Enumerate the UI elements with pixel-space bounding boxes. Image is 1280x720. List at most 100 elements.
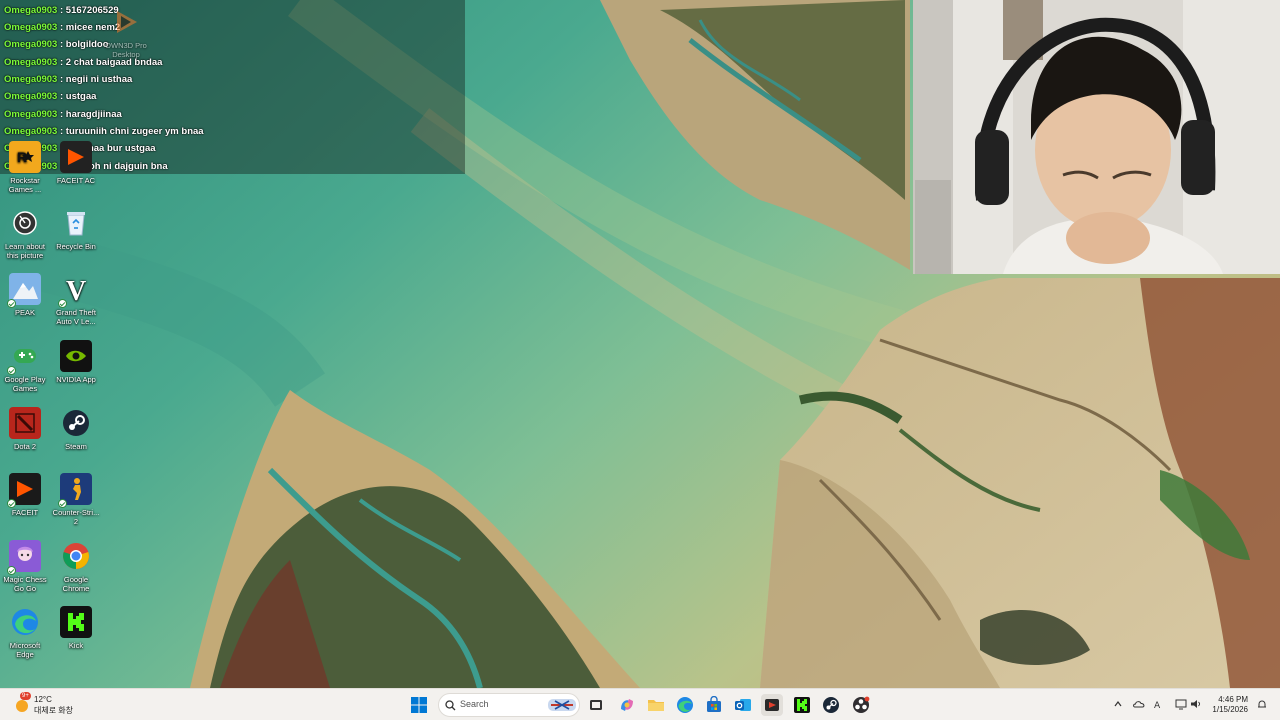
desktop-icon-label: FACEIT AC [56, 176, 96, 185]
desktop-icon-label: Learn about this picture [4, 242, 46, 260]
check-badge-icon [7, 499, 16, 508]
streaming-app-icon [765, 699, 779, 711]
desktop-icon-label: Kick [68, 641, 84, 650]
notification-bell-icon[interactable] [1256, 698, 1268, 710]
show-hidden-icons-chevron-icon[interactable] [1112, 698, 1124, 710]
desktop-icon-label: Magic Chess Go Go [3, 575, 47, 593]
check-badge-icon [7, 366, 16, 375]
desktop-icon-label: NVIDIA App [56, 375, 96, 384]
chat-username: Omega0903 [4, 22, 58, 33]
desktop-icon-google-play-games[interactable]: Google Play Games [0, 340, 50, 393]
start-button[interactable] [408, 694, 430, 716]
language-ime-icon[interactable]: A [1154, 698, 1166, 710]
chat-message: Omega0903 : ustgaa [4, 88, 96, 105]
chat-message: Omega0903 : negii ni usthaa [4, 71, 132, 88]
search-highlight-icon [548, 699, 576, 711]
faceit-ac-icon [60, 141, 92, 173]
file-explorer-button[interactable] [645, 694, 667, 716]
gta-icon: V [58, 273, 92, 308]
volume-icon[interactable] [1190, 698, 1202, 710]
chat-separator: : [59, 5, 64, 16]
streaming-app-button[interactable] [761, 694, 783, 716]
check-badge-icon [7, 299, 16, 308]
magic-chess-icon [7, 540, 41, 575]
onedrive-cloud-icon[interactable] [1133, 698, 1145, 710]
taskbar: 9+ 12°C 대체로 화창 Search A 4:46 PM 1/15/202… [0, 688, 1280, 720]
check-badge-icon [7, 566, 16, 575]
taskbar-steam-button[interactable] [820, 694, 842, 716]
chat-text: haragdjiinaa [65, 109, 122, 120]
desktop-icon-kick[interactable]: Kick [51, 606, 101, 650]
steam-icon [823, 697, 839, 713]
dota2-icon [9, 407, 41, 439]
outlook-icon [735, 699, 751, 711]
taskbar-kick-button[interactable] [791, 694, 813, 716]
microsoft-store-button[interactable] [703, 694, 725, 716]
microsoft-store-icon [707, 696, 721, 712]
copilot-button[interactable] [616, 694, 638, 716]
desktop-icon-label: FACEIT [11, 508, 39, 517]
taskbar-edge-button[interactable] [674, 694, 696, 716]
check-badge-icon [58, 499, 67, 508]
rockstar-icon: R [9, 141, 41, 173]
desktop-icon-own3d[interactable]: OWN3D Pro Desktop [101, 6, 151, 59]
edge-icon [9, 606, 41, 638]
svg-text:A: A [1154, 701, 1161, 710]
desktop-icon-counter-strike[interactable]: Counter-Stri... 2 [51, 473, 101, 526]
weather-desc: 대체로 화창 [34, 706, 74, 715]
desktop-icon-dota2[interactable]: Dota 2 [0, 407, 50, 451]
desktop-icon-label: PEAK [14, 308, 35, 317]
desktop-icon-faceit[interactable]: FACEIT [0, 473, 50, 517]
own3d-icon [110, 6, 142, 38]
nvidia-icon [60, 340, 92, 372]
kick-icon [794, 697, 810, 713]
obs-button[interactable] [850, 694, 872, 716]
desktop-icon-edge[interactable]: Microsoft Edge [0, 606, 50, 659]
windows-start-icon [411, 697, 427, 713]
desktop-icon-chrome[interactable]: Google Chrome [51, 540, 101, 593]
taskbar-search-box[interactable]: Search [438, 693, 580, 717]
desktop-icon-label: Google Play Games [4, 375, 46, 393]
desktop-icon-steam[interactable]: Steam [51, 407, 101, 451]
desktop-icon-nvidia[interactable]: NVIDIA App [51, 340, 101, 384]
chat-text: negii ni usthaa [65, 74, 133, 85]
webcam-feed [913, 0, 1280, 274]
chat-separator: : [59, 22, 64, 33]
weather-widget[interactable]: 9+ 12°C 대체로 화창 [14, 692, 84, 716]
obs-icon [853, 696, 870, 713]
desktop-icon-magic-chess[interactable]: Magic Chess Go Go [0, 540, 50, 593]
search-icon [445, 700, 456, 711]
task-view-button[interactable] [585, 694, 607, 716]
outlook-button[interactable] [732, 694, 754, 716]
chat-message: Omega0903 : haragdjiinaa [4, 106, 122, 123]
desktop-icon-recycle-bin[interactable]: Recycle Bin [51, 207, 101, 251]
weather-temp: 12°C [34, 695, 52, 704]
desktop-icon-label: Grand Theft Auto V Le... [56, 308, 96, 326]
google-play-games-icon [7, 340, 41, 375]
desktop-icon-label: Rockstar Games ... [8, 176, 42, 194]
desktop-icon-rockstar[interactable]: R Rockstar Games ... [0, 141, 50, 194]
chat-username: Omega0903 [4, 109, 58, 120]
check-badge-icon [58, 299, 67, 308]
network-icon[interactable] [1175, 698, 1187, 710]
chat-separator: : [59, 39, 64, 50]
desktop-icon-label: OWN3D Pro Desktop [105, 41, 147, 59]
clock-time[interactable]: 4:46 PM [1218, 695, 1248, 704]
chat-message: Omega0903 : bolgildoo [4, 36, 109, 53]
chat-message: Omega0903 : turuuniih chni zugeer ym bna… [4, 123, 204, 140]
svg-text:V: V [66, 276, 86, 304]
desktop-icon-label: Dota 2 [13, 442, 37, 451]
chat-separator: : [59, 109, 64, 120]
desktop-icon-label: Counter-Stri... 2 [52, 508, 100, 526]
chat-username: Omega0903 [4, 5, 58, 16]
desktop-icon-faceit-ac[interactable]: FACEIT AC [51, 141, 101, 185]
search-placeholder: Search [460, 699, 489, 709]
chat-username: Omega0903 [4, 39, 58, 50]
peak-icon [7, 273, 41, 308]
copilot-icon [621, 699, 633, 711]
chat-separator: : [59, 126, 64, 137]
desktop-icon-peak[interactable]: PEAK [0, 273, 50, 317]
desktop-icon-learn-picture[interactable]: Learn about this picture [0, 207, 50, 260]
clock-date[interactable]: 1/15/2026 [1212, 705, 1248, 714]
desktop-icon-gta[interactable]: V Grand Theft Auto V Le... [51, 273, 101, 326]
